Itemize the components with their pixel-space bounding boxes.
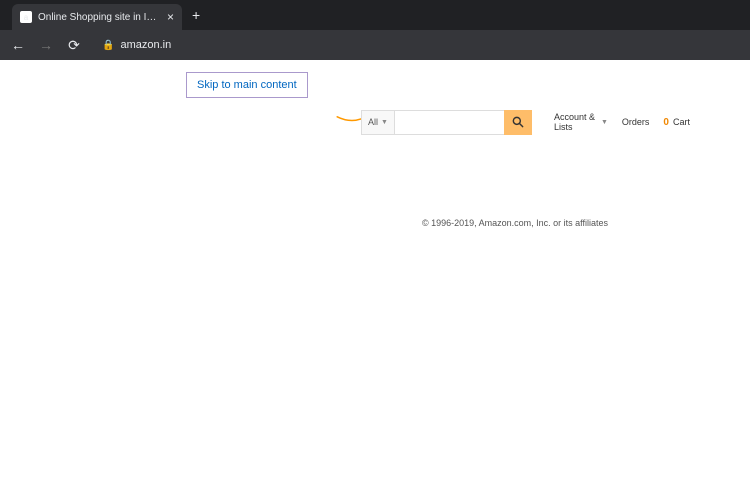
- footer-copyright: © 1996-2019, Amazon.com, Inc. or its aff…: [0, 218, 750, 228]
- new-tab-button[interactable]: +: [182, 7, 210, 23]
- search-bar: All ▼: [361, 110, 532, 135]
- orders-link[interactable]: Orders: [622, 117, 650, 127]
- site-header: All ▼ Account & Lists ▼ Orders 0 Cart: [335, 108, 690, 136]
- tab-favicon: a: [20, 11, 32, 23]
- back-button[interactable]: ←: [10, 37, 26, 53]
- orders-label: Orders: [622, 117, 650, 127]
- browser-toolbar: ← → ⟳ 🔒 amazon.in: [0, 30, 750, 60]
- category-label: All: [368, 117, 378, 127]
- search-icon: [511, 115, 525, 129]
- cart-label: Cart: [673, 117, 690, 127]
- browser-tab[interactable]: a Online Shopping site in India: Shop ×: [12, 4, 182, 30]
- account-lists-link[interactable]: Account & Lists ▼: [554, 112, 608, 132]
- header-nav: Account & Lists ▼ Orders 0 Cart: [554, 112, 690, 132]
- browser-tab-strip: a Online Shopping site in India: Shop × …: [0, 0, 750, 30]
- chevron-down-icon: ▼: [381, 119, 388, 126]
- cart-count: 0: [663, 117, 669, 128]
- lock-icon: 🔒: [102, 40, 114, 51]
- cart-link[interactable]: 0 Cart: [663, 117, 690, 128]
- page-content: Skip to main content All ▼ Account & Lis…: [0, 60, 750, 500]
- skip-to-main-link[interactable]: Skip to main content: [186, 72, 308, 98]
- chevron-down-icon: ▼: [601, 119, 608, 126]
- url-text: amazon.in: [120, 39, 171, 51]
- forward-button[interactable]: →: [38, 37, 54, 53]
- search-button[interactable]: [504, 110, 532, 135]
- account-label: Account & Lists: [554, 112, 598, 132]
- tab-title: Online Shopping site in India: Shop: [38, 12, 161, 23]
- search-input[interactable]: [394, 110, 504, 135]
- reload-button[interactable]: ⟳: [66, 37, 82, 54]
- search-category-select[interactable]: All ▼: [361, 110, 394, 135]
- close-icon[interactable]: ×: [167, 10, 174, 24]
- address-bar[interactable]: 🔒 amazon.in: [102, 39, 171, 51]
